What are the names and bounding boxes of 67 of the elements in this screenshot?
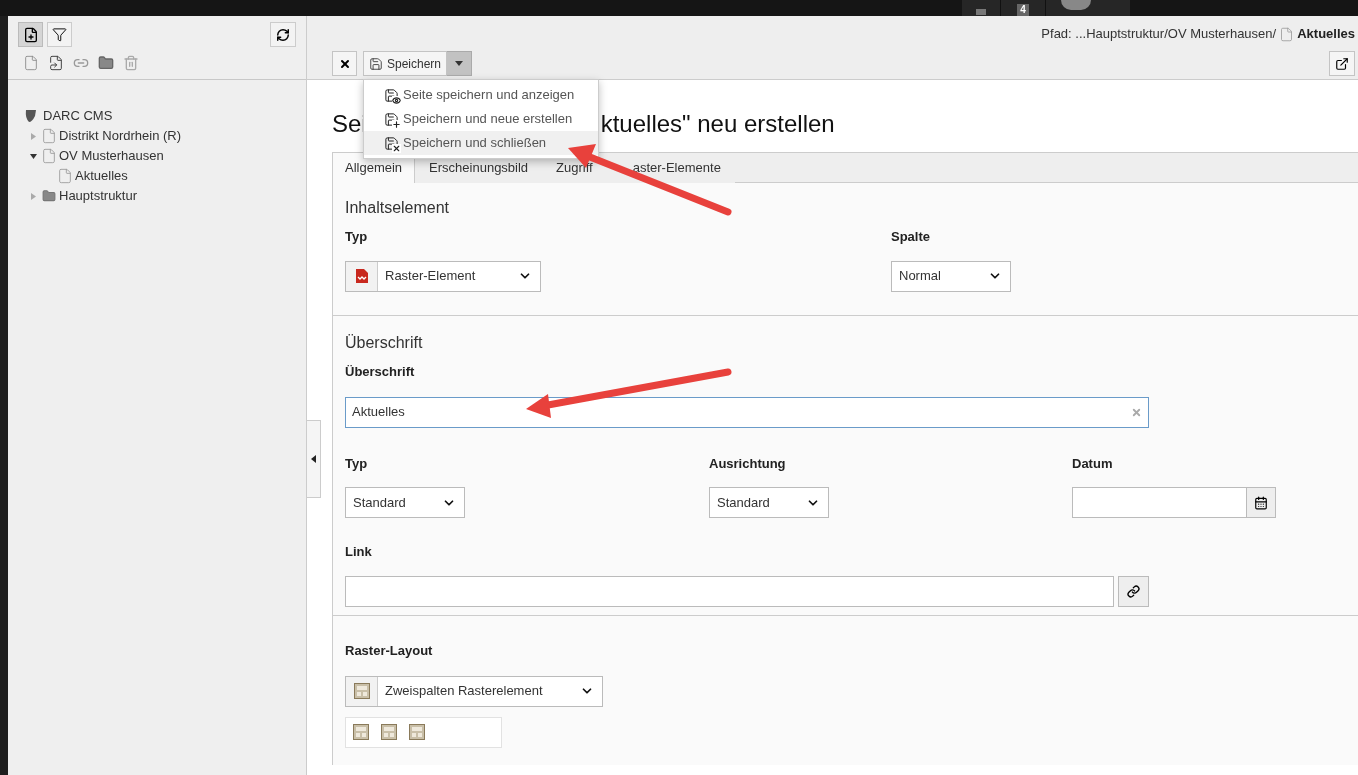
filter-icon xyxy=(52,27,67,42)
field-label: Überschrift xyxy=(345,363,416,381)
collapse-handle[interactable] xyxy=(307,420,321,498)
grid-element-icon xyxy=(355,269,368,283)
field-label: Ausrichtung xyxy=(709,454,787,473)
link-icon xyxy=(1127,584,1140,598)
field-label: Link xyxy=(345,543,373,561)
tree-root[interactable]: DARC CMS xyxy=(43,106,113,126)
breadcrumb-path: Pfad: ...Hauptstruktur/OV Musterhausen/ xyxy=(1041,25,1277,44)
save-variant-icon xyxy=(384,111,399,127)
tree-item[interactable]: OV Musterhausen xyxy=(59,146,164,166)
field-label: Spalte xyxy=(891,228,931,246)
cms-logo-icon xyxy=(24,109,38,123)
refresh-button[interactable] xyxy=(270,22,296,47)
calendar-icon xyxy=(1254,495,1268,510)
page-icon xyxy=(40,148,57,164)
heading-type-select[interactable]: Standard xyxy=(345,487,465,518)
menu-item[interactable]: Speichern und neue erstellen xyxy=(364,107,598,131)
save-variant-icon xyxy=(384,135,399,151)
field-label: Datum xyxy=(1072,454,1114,473)
grid-layout-icon xyxy=(353,683,370,699)
field-label: Typ xyxy=(345,454,369,473)
new-page-icon xyxy=(22,26,39,43)
grid-layout-icon xyxy=(381,724,397,740)
field-label: Raster-Layout xyxy=(345,642,434,660)
date-input[interactable] xyxy=(1072,487,1247,518)
alignment-select[interactable]: Standard xyxy=(709,487,829,518)
grid-layout-icon xyxy=(353,724,369,740)
page-heading: ktuelles" neu erstellen xyxy=(600,109,835,139)
grid-layout-icon xyxy=(409,724,425,740)
tree-item[interactable]: Aktuelles xyxy=(75,166,128,186)
tree-item[interactable]: Hauptstruktur xyxy=(59,186,138,206)
save-button[interactable]: Speichern xyxy=(363,51,448,76)
save-options-button[interactable] xyxy=(447,51,473,76)
external-link-icon xyxy=(1335,56,1349,71)
folder-icon[interactable] xyxy=(98,55,114,71)
column-select[interactable]: Normal xyxy=(891,260,1011,292)
close-icon xyxy=(338,57,351,70)
section-title: Überschrift xyxy=(345,333,424,353)
filter-button[interactable] xyxy=(47,22,72,47)
page-icon xyxy=(40,128,57,144)
link-input[interactable] xyxy=(345,575,1114,607)
expanded-caret-icon[interactable] xyxy=(30,152,37,160)
calendar-button[interactable] xyxy=(1247,487,1276,518)
section-title: Inhaltselement xyxy=(345,198,451,218)
new-page-button[interactable] xyxy=(18,22,43,47)
page-icon xyxy=(56,168,73,184)
open-in-new-window-button[interactable] xyxy=(1329,51,1355,76)
menu-item[interactable]: Speichern und schließen xyxy=(364,131,598,155)
close-button[interactable] xyxy=(332,51,357,76)
field-label: Typ xyxy=(345,228,369,246)
heading-input[interactable]: Aktuelles xyxy=(345,396,1149,428)
save-variant-icon xyxy=(384,87,399,103)
page-shortcut-icon[interactable] xyxy=(48,55,64,71)
tree-item[interactable]: Distrikt Nordrhein (R) xyxy=(59,126,182,146)
refresh-icon xyxy=(276,27,290,42)
avatar-icon[interactable] xyxy=(1061,0,1091,10)
page-icon xyxy=(1279,26,1295,42)
link-browser-button[interactable] xyxy=(1118,575,1149,607)
menu-item[interactable]: Seite speichern und anzeigen xyxy=(364,83,598,107)
caret-icon xyxy=(311,455,316,463)
caret-icon xyxy=(455,61,464,66)
grid-layout-select[interactable]: Zweispalten Rasterelement xyxy=(345,675,603,707)
content-type-select[interactable]: Raster-Element xyxy=(345,260,541,292)
current-page: Aktuelles xyxy=(1297,25,1355,44)
notification-badge[interactable]: 4 xyxy=(1017,4,1029,16)
folder-icon xyxy=(40,189,57,203)
